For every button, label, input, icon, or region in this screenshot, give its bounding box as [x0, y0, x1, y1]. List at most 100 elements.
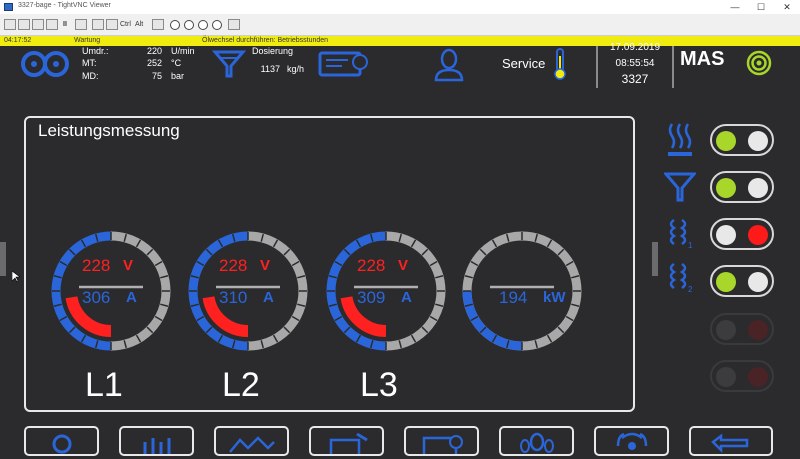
footer-button-users[interactable]	[499, 426, 574, 456]
extruder-logo-icon[interactable]	[20, 50, 82, 78]
gauge-l1: 228 V 306 A	[51, 231, 171, 351]
options-icon[interactable]	[32, 19, 44, 30]
footer-button-edit[interactable]	[309, 426, 384, 458]
l2-voltage-unit: V	[260, 257, 271, 274]
footer-button-overview[interactable]	[24, 426, 99, 456]
gauge-ring-right	[110, 231, 171, 351]
zoom-fit-icon[interactable]	[212, 20, 222, 30]
phase-label-l3: L3	[360, 366, 398, 404]
mt-unit: °C	[171, 58, 182, 68]
toggle-left-lamp	[716, 131, 736, 151]
win-key-icon[interactable]	[106, 19, 118, 30]
toggle-right-lamp	[748, 320, 768, 340]
alt-key-button[interactable]: Alt	[135, 19, 143, 30]
fullscreen-icon[interactable]	[228, 19, 240, 30]
umdr-label: Umdr.:	[82, 46, 109, 56]
mas-logo: MAS	[680, 48, 725, 70]
zoom-in-icon[interactable]	[170, 20, 180, 30]
info-icon[interactable]	[46, 19, 58, 30]
refresh-icon[interactable]	[75, 19, 87, 30]
save-icon[interactable]	[18, 19, 30, 30]
alarm-message: Ölwechsel durchführen: Betriebsstunden	[202, 37, 329, 44]
clipboard-icon[interactable]	[152, 19, 164, 30]
footer-button-remote[interactable]	[594, 426, 669, 456]
gauge-l2: 228 V 310 A	[188, 231, 308, 351]
footer-button-heating[interactable]	[119, 426, 194, 456]
close-button[interactable]: ✕	[774, 0, 800, 14]
zoom-100-icon[interactable]	[198, 20, 208, 30]
header-time: 08:55:54	[615, 58, 655, 69]
dosierung-value: 1137	[260, 64, 280, 74]
gauge-ring-right	[385, 231, 446, 351]
leistungsmessung-panel: Leistungsmessung 228 V 306 A L1 228 V 31…	[24, 116, 635, 412]
spare-status-toggle-1[interactable]	[710, 313, 774, 345]
toggle-left-lamp	[716, 320, 736, 340]
l2-current-unit: A	[263, 289, 274, 306]
hmi-screen: Umdr.: 220 U/min MT: 252 °C MD: 75 bar D…	[0, 42, 800, 458]
toggle-left-lamp	[716, 178, 736, 198]
motor2-icon[interactable]: 2	[666, 260, 696, 294]
recipe-card-icon[interactable]	[318, 50, 370, 78]
motor1-status-toggle[interactable]	[710, 218, 774, 250]
service-thermometer-icon[interactable]	[552, 48, 568, 80]
umdr-value: 220	[146, 46, 162, 56]
header-date: 17.09.2019	[609, 42, 661, 53]
dosing-status-icon[interactable]	[662, 170, 698, 204]
l1-current-unit: A	[126, 289, 137, 306]
svg-text:2: 2	[688, 285, 693, 294]
l3-voltage-unit: V	[398, 257, 409, 274]
gauge-power: 194 kW	[462, 231, 582, 351]
vnc-app-icon	[4, 3, 13, 11]
pause-icon[interactable]: II	[63, 19, 67, 30]
phase-label-l2: L2	[222, 366, 260, 404]
header-divider	[596, 46, 598, 88]
l3-current-unit: A	[401, 289, 412, 306]
toggle-left-lamp	[716, 225, 736, 245]
machine-number: 3327	[621, 72, 649, 86]
right-side-tab[interactable]	[652, 242, 658, 276]
toggle-right-lamp	[748, 178, 768, 198]
toggle-right-lamp	[748, 272, 768, 292]
dosing-funnel-icon[interactable]	[211, 48, 247, 80]
panel-title: Leistungsmessung	[38, 121, 180, 140]
user-login-icon[interactable]	[432, 48, 466, 82]
mas-logo-rings-icon	[746, 50, 772, 76]
maximize-button[interactable]: ☐	[748, 0, 774, 14]
footer-button-back[interactable]	[689, 426, 773, 456]
left-side-tab[interactable]	[0, 242, 6, 276]
l1-current-value: 306	[82, 288, 111, 307]
md-label: MD:	[82, 71, 99, 81]
svg-text:1: 1	[688, 241, 693, 250]
mouse-cursor-icon	[11, 270, 21, 283]
dosing-status-toggle[interactable]	[710, 171, 774, 203]
header-divider-2	[672, 46, 674, 88]
zoom-out-icon[interactable]	[184, 20, 194, 30]
toggle-left-lamp	[716, 367, 736, 387]
motor1-icon[interactable]: 1	[666, 216, 696, 250]
footer-button-trend[interactable]	[214, 426, 289, 456]
toggle-left-lamp	[716, 272, 736, 292]
spare-status-toggle-2[interactable]	[710, 360, 774, 392]
motor2-status-toggle[interactable]	[710, 265, 774, 297]
mt-value: 252	[146, 58, 162, 68]
send-ctrl-alt-del-icon[interactable]	[92, 19, 104, 30]
l2-current-value: 310	[219, 288, 248, 307]
heating-icon[interactable]	[666, 122, 694, 158]
heating-status-toggle[interactable]	[710, 124, 774, 156]
mt-label: MT:	[82, 58, 97, 68]
phase-label-l1: L1	[85, 366, 123, 404]
service-label: Service	[502, 56, 546, 71]
ctrl-key-button[interactable]: Ctrl	[120, 19, 131, 30]
gauge-l3: 228 V 309 A	[326, 231, 446, 351]
footer-button-recipe[interactable]	[404, 426, 479, 458]
md-value: 75	[151, 71, 162, 81]
l1-voltage-unit: V	[123, 257, 134, 274]
new-connection-icon[interactable]	[4, 19, 16, 30]
toggle-right-lamp	[748, 131, 768, 151]
minimize-button[interactable]: —	[722, 0, 748, 14]
alarm-status-bar: 04:17:52 Wartung Ölwechsel durchführen: …	[0, 36, 800, 46]
md-unit: bar	[171, 71, 185, 81]
l2-voltage-value: 228	[219, 256, 248, 275]
l3-voltage-value: 228	[357, 256, 386, 275]
l3-current-value: 309	[357, 288, 386, 307]
